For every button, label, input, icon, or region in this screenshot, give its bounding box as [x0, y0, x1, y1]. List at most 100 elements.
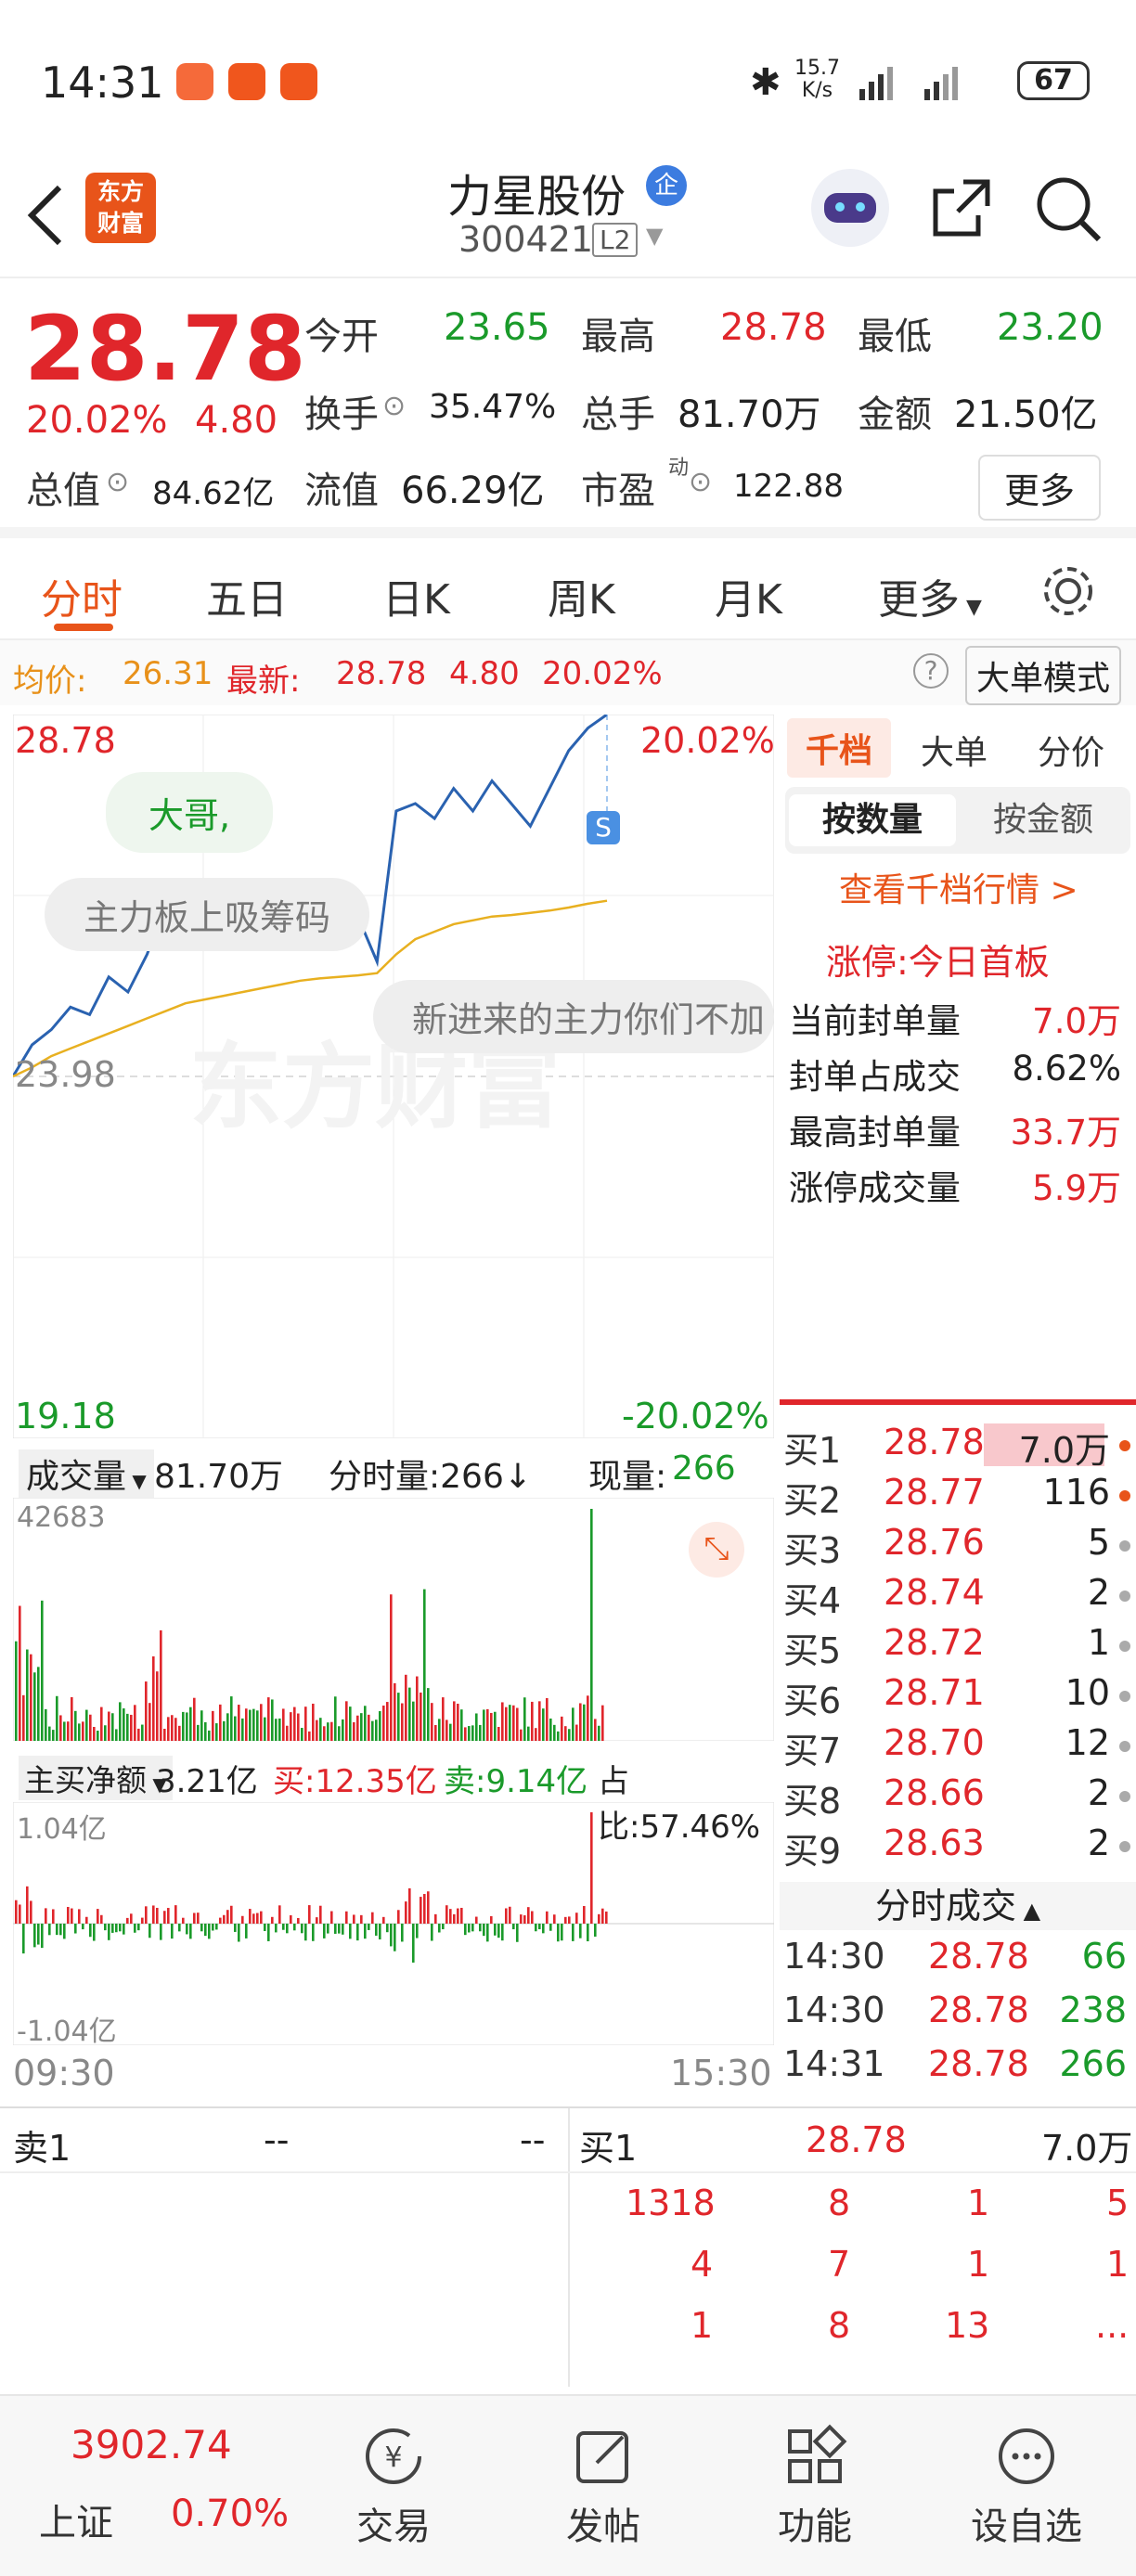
volume-bar [148, 1703, 151, 1741]
flow-selector[interactable]: 主买净额 ▼ [19, 1756, 173, 1800]
flow-bar [590, 1812, 593, 1924]
bid-row[interactable]: 买6 28.71 10 [780, 1672, 1136, 1722]
chevron-down-icon[interactable]: ▼ [646, 223, 663, 249]
flow-bar [568, 1916, 571, 1924]
volume-bar [204, 1721, 207, 1741]
flow-bar [278, 1905, 281, 1924]
tab-monthly-k[interactable]: 月K [715, 566, 782, 625]
comment-bubble[interactable]: 新进来的主力你们不加 [373, 980, 774, 1053]
volume-bar [483, 1709, 485, 1741]
volume-bar [334, 1696, 337, 1741]
flow-bar [494, 1924, 497, 1936]
flow-bar [167, 1908, 170, 1924]
buy1-price: 28.78 [806, 2119, 907, 2160]
battery-icon: 67 [1017, 61, 1090, 100]
mktcap-value: 84.62亿 [152, 475, 275, 512]
nav-functions[interactable]: 功能 [750, 2424, 880, 2550]
flow-bar [434, 1913, 437, 1924]
by-quantity-button[interactable]: 按数量 [789, 794, 956, 846]
flow-header: 主买净额 ▼ 3.21亿 买:12.35亿 卖:9.14亿 占比:57.46% [13, 1750, 774, 1846]
volume-bar [408, 1687, 411, 1741]
volume-bar [264, 1717, 266, 1741]
bid-row[interactable]: 买4 28.74 2 [780, 1572, 1136, 1622]
flow-bar [226, 1910, 229, 1924]
latest-label: 最新: [226, 663, 301, 700]
flow-bar [174, 1905, 177, 1924]
flow-bar [523, 1915, 526, 1924]
comment-bubble[interactable]: 主力板上吸筹码 [45, 878, 370, 951]
volume-bar [501, 1702, 504, 1741]
volume-bar [63, 1721, 66, 1741]
depth-link[interactable]: 查看千档行情 > [839, 863, 1078, 911]
flow-bar [15, 1900, 18, 1924]
volume-bar [186, 1712, 188, 1741]
signal-icon [859, 67, 958, 100]
volume-bar [41, 1600, 44, 1741]
volume-bar [420, 1692, 422, 1741]
bid-row[interactable]: 买9 28.63 2 [780, 1823, 1136, 1873]
bid-row[interactable]: 买7 28.70 12 [780, 1722, 1136, 1772]
flow-bar [483, 1924, 485, 1937]
y-top-pct-label: 20.02% [640, 720, 775, 761]
volume-selector[interactable]: 成交量 ▼ [19, 1449, 154, 1498]
sell-signal-marker[interactable]: S [587, 811, 620, 844]
volume-bar [575, 1724, 578, 1741]
tab-five-day[interactable]: 五日 [206, 566, 288, 625]
bid-row[interactable]: 买1 28.78 7.0万 [780, 1422, 1136, 1472]
nav-trade[interactable]: ¥ 交易 [329, 2424, 458, 2550]
more-button[interactable]: 更多 [978, 455, 1102, 521]
volume-bar [516, 1707, 519, 1741]
nav-post[interactable]: 发帖 [538, 2424, 668, 2550]
flow-bar [137, 1924, 140, 1931]
robot-assistant-icon[interactable] [811, 169, 889, 247]
queue-cell: 4 [691, 2244, 714, 2285]
help-icon[interactable]: ? [913, 653, 949, 689]
gear-icon[interactable] [1039, 562, 1097, 620]
tab-more[interactable]: 更多 ▼ [878, 566, 982, 625]
volume-bar [45, 1708, 47, 1741]
flow-bar [293, 1924, 296, 1931]
flow-bar [457, 1908, 459, 1924]
volume-bar [394, 1682, 396, 1741]
volume-bar [460, 1709, 463, 1741]
flow-bar [182, 1917, 185, 1924]
share-icon[interactable] [926, 173, 997, 243]
flow-chart[interactable]: 1.04亿 -1.04亿 [13, 1802, 774, 2048]
volume-bar [108, 1711, 110, 1741]
tab-daily-k[interactable]: 日K [382, 566, 450, 625]
expand-icon[interactable]: ⤡ [689, 1522, 744, 1578]
index-ticker[interactable]: 3902.74 上证 0.70% [0, 2396, 297, 2576]
bid-row[interactable]: 买8 28.66 2 [780, 1772, 1136, 1823]
tab-big-orders[interactable]: 大单 [921, 726, 988, 774]
vol-now: 266 [672, 1449, 736, 1488]
flow-bar [260, 1911, 263, 1924]
big-order-mode-button[interactable]: 大单模式 [965, 646, 1122, 705]
bid-row[interactable]: 买3 28.76 5 [780, 1522, 1136, 1572]
volume-chart[interactable]: 42683 ⤡ [13, 1498, 774, 1741]
flow-bar [93, 1924, 96, 1941]
back-icon[interactable] [22, 180, 69, 251]
tab-weekly-k[interactable]: 周K [548, 566, 615, 625]
tab-intraday[interactable]: 分时 [41, 566, 123, 625]
info-icon[interactable]: ⊙ [689, 466, 712, 498]
by-amount-button[interactable]: 按金额 [960, 794, 1127, 846]
ticks-header[interactable]: 分时成交 ▲ [780, 1882, 1136, 1930]
bid-row[interactable]: 买5 28.72 1 [780, 1622, 1136, 1672]
flow-top-label: 1.04亿 [17, 1813, 107, 1846]
search-icon[interactable] [1032, 173, 1106, 247]
tab-price-dist[interactable]: 分价 [1038, 726, 1104, 774]
info-icon[interactable]: ⊙ [382, 390, 406, 422]
nav-add-watchlist[interactable]: 设自选 [962, 2424, 1091, 2550]
flow-bar [501, 1924, 504, 1941]
intraday-chart[interactable]: 东方财富 28.78 20.02% 23.98 19.18 -20.02% 大哥… [13, 715, 775, 1438]
volume-bar [401, 1703, 404, 1741]
volume-bar [260, 1704, 263, 1741]
index-value: 3902.74 [71, 2422, 232, 2467]
tab-depth[interactable]: 千档 [787, 718, 892, 778]
info-icon[interactable]: ⊙ [106, 466, 129, 498]
index-name: 上证 [39, 2502, 113, 2544]
bid-row[interactable]: 买2 28.77 116 [780, 1472, 1136, 1522]
flow-bar [371, 1912, 374, 1924]
volume-bar [475, 1713, 478, 1741]
comment-bubble[interactable]: 大哥, [106, 772, 274, 853]
